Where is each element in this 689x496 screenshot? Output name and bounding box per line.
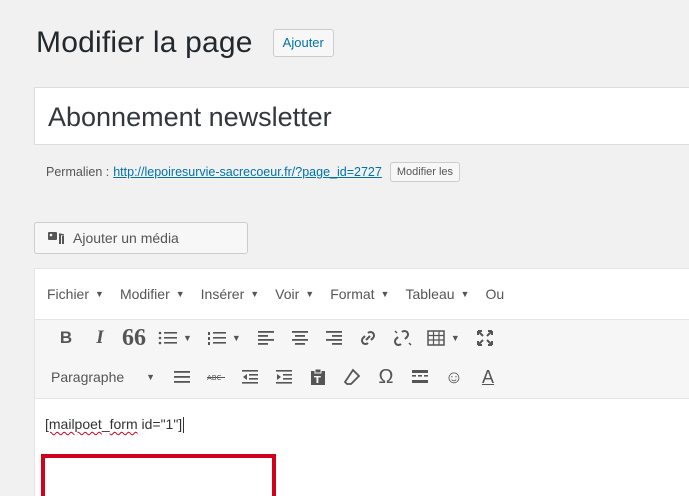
add-media-label: Ajouter un média bbox=[73, 230, 179, 246]
menu-fichier[interactable]: Fichier ▼ bbox=[47, 286, 104, 302]
menu-label: Modifier bbox=[119, 286, 170, 302]
menu-label: Format bbox=[330, 286, 375, 302]
editor-toolbar-secondary: Paragraphe ▼ ABC T Ω bbox=[35, 356, 689, 399]
menu-format[interactable]: Format ▼ bbox=[330, 286, 389, 302]
menu-label: Voir bbox=[275, 286, 300, 302]
chevron-down-icon: ▼ bbox=[175, 289, 185, 299]
chevron-down-icon: ▼ bbox=[305, 289, 315, 299]
editor-toolbar-primary: B I 66 ▼ ▼ ▼ bbox=[35, 320, 689, 356]
menu-voir[interactable]: Voir ▼ bbox=[275, 286, 314, 302]
menu-modifier[interactable]: Modifier ▼ bbox=[120, 286, 185, 302]
align-right-icon[interactable] bbox=[319, 323, 349, 353]
permalink-label: Permalien : bbox=[46, 165, 110, 179]
menu-inserer[interactable]: Insérer ▼ bbox=[201, 286, 260, 302]
link-icon[interactable] bbox=[353, 323, 383, 353]
menu-outils[interactable]: Ou bbox=[485, 286, 504, 302]
shortcode-text[interactable]: [mailpoet_form id="1"] bbox=[45, 416, 185, 434]
chevron-down-icon: ▼ bbox=[380, 289, 390, 299]
chevron-down-icon[interactable]: ▼ bbox=[183, 333, 192, 343]
bold-button[interactable]: B bbox=[51, 323, 81, 353]
page-heading: Modifier la page Ajouter bbox=[36, 26, 334, 60]
shortcode-separator: _ bbox=[101, 416, 110, 432]
read-more-icon[interactable] bbox=[405, 362, 435, 392]
chevron-down-icon[interactable]: ▼ bbox=[451, 333, 460, 343]
blockquote-button[interactable]: 66 bbox=[119, 323, 149, 353]
page-title: Modifier la page bbox=[36, 26, 253, 59]
edit-page-screen: Modifier la page Ajouter Abonnement news… bbox=[0, 0, 689, 496]
fullscreen-icon[interactable] bbox=[470, 323, 500, 353]
align-left-icon[interactable] bbox=[251, 323, 281, 353]
edit-permalink-button[interactable]: Modifier les bbox=[389, 162, 461, 182]
editor-menubar: Fichier ▼ Modifier ▼ Insérer ▼ Voir ▼ Format… bbox=[35, 269, 689, 320]
numbered-list-icon[interactable] bbox=[202, 323, 232, 353]
shortcode-attributes: id="1"] bbox=[137, 416, 183, 432]
editor-content-area[interactable]: [mailpoet_form id="1"] bbox=[35, 399, 689, 496]
chevron-down-icon: ▼ bbox=[95, 289, 104, 299]
paragraph-format-value: Paragraphe bbox=[51, 369, 125, 385]
paragraph-format-select[interactable]: Paragraphe ▼ bbox=[51, 369, 161, 385]
text-cursor bbox=[183, 417, 185, 434]
menu-tableau[interactable]: Tableau ▼ bbox=[405, 286, 469, 302]
svg-text:T: T bbox=[314, 375, 321, 386]
italic-button[interactable]: I bbox=[85, 323, 115, 353]
outdent-icon[interactable] bbox=[235, 362, 265, 392]
post-title-input[interactable]: Abonnement newsletter bbox=[34, 87, 689, 145]
indent-icon[interactable] bbox=[269, 362, 299, 392]
shortcode-word: [mailpoet bbox=[45, 416, 102, 432]
emoticons-button[interactable]: ☺ bbox=[439, 362, 469, 392]
bullet-list-icon[interactable] bbox=[153, 323, 183, 353]
menu-label: Fichier bbox=[47, 286, 90, 302]
chevron-down-icon: ▼ bbox=[250, 289, 260, 299]
chevron-down-icon: ▼ bbox=[146, 372, 155, 382]
menu-label: Ou bbox=[485, 286, 505, 302]
menu-label: Insérer bbox=[200, 286, 245, 302]
special-character-button[interactable]: Ω bbox=[371, 362, 401, 392]
add-media-button[interactable]: Ajouter un média bbox=[34, 222, 248, 254]
tinymce-editor: Fichier ▼ Modifier ▼ Insérer ▼ Voir ▼ Format… bbox=[34, 268, 689, 496]
strikethrough-icon[interactable]: ABC bbox=[201, 362, 231, 392]
chevron-down-icon[interactable]: ▼ bbox=[232, 333, 241, 343]
media-icon bbox=[48, 232, 65, 244]
permalink-row: Permalien : http://lepoiresurvie-sacreco… bbox=[46, 162, 461, 182]
add-page-button[interactable]: Ajouter bbox=[272, 29, 334, 57]
unlink-icon[interactable] bbox=[387, 323, 417, 353]
clear-formatting-icon[interactable] bbox=[337, 362, 367, 392]
text-color-button[interactable]: A bbox=[473, 362, 503, 392]
menu-label: Tableau bbox=[405, 286, 455, 302]
horizontal-rule-icon[interactable] bbox=[167, 362, 197, 392]
shortcode-word: form bbox=[109, 416, 138, 432]
highlight-box bbox=[41, 454, 276, 496]
table-icon[interactable] bbox=[421, 323, 451, 353]
permalink-link[interactable]: http://lepoiresurvie-sacrecoeur.fr/?page… bbox=[113, 165, 382, 179]
paste-text-icon[interactable]: T bbox=[303, 362, 333, 392]
chevron-down-icon: ▼ bbox=[460, 289, 470, 299]
align-center-icon[interactable] bbox=[285, 323, 315, 353]
